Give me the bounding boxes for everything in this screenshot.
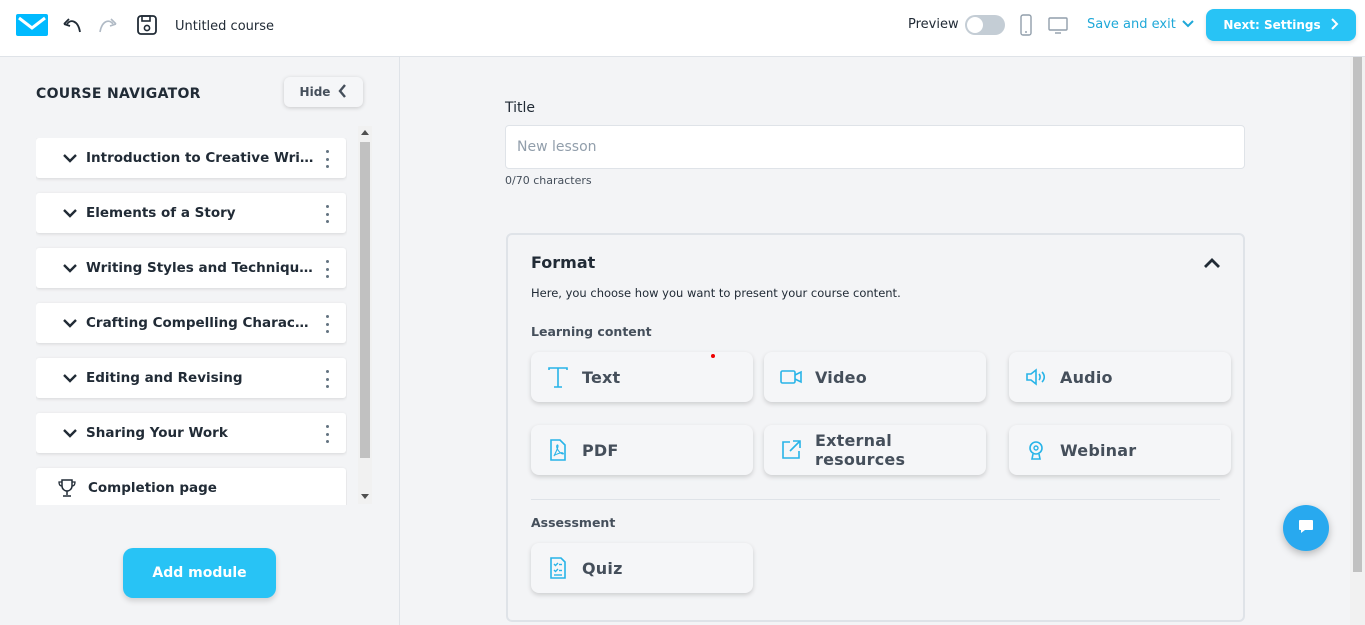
card-label: Video [815, 367, 867, 387]
module-list-scrollbar[interactable] [358, 126, 372, 504]
add-module-button[interactable]: Add module [123, 548, 276, 598]
format-title: Format [531, 253, 596, 272]
chevron-down-icon[interactable] [63, 318, 77, 328]
trophy-icon [58, 478, 78, 498]
logo-icon[interactable] [16, 14, 48, 36]
more-options-icon[interactable] [324, 315, 330, 333]
more-options-icon[interactable] [324, 205, 330, 223]
pdf-format-card[interactable]: PDF [531, 425, 753, 475]
course-navigator-title: COURSE NAVIGATOR [36, 86, 201, 102]
chevron-down-icon [1182, 17, 1194, 32]
learning-content-label: Learning content [531, 324, 652, 339]
save-icon[interactable] [134, 12, 160, 38]
webinar-icon [1024, 438, 1048, 462]
title-label: Title [505, 100, 536, 116]
module-item[interactable]: Writing Styles and Techniques [36, 248, 346, 288]
quiz-format-card[interactable]: Quiz [531, 543, 753, 593]
preview-toggle[interactable] [965, 15, 1005, 35]
hide-navigator-button[interactable]: Hide [284, 77, 363, 107]
more-options-icon[interactable] [324, 370, 330, 388]
more-options-icon[interactable] [324, 260, 330, 278]
external-resources-format-card[interactable]: External resources [764, 425, 986, 475]
card-label: Audio [1060, 367, 1113, 387]
module-item[interactable]: Crafting Compelling Charact... [36, 303, 346, 343]
audio-format-card[interactable]: Audio [1009, 352, 1231, 402]
scrollbar-thumb[interactable] [360, 142, 370, 458]
chat-icon [1297, 518, 1315, 538]
module-label: Writing Styles and Techniques [86, 260, 314, 276]
section-divider [531, 499, 1220, 500]
module-item[interactable]: Elements of a Story [36, 193, 346, 233]
cursor-marker [711, 354, 715, 358]
card-label: Webinar [1060, 440, 1137, 460]
module-label: Sharing Your Work [86, 425, 228, 441]
chevron-down-icon[interactable] [63, 428, 77, 438]
scroll-up-arrow-icon[interactable] [361, 130, 369, 135]
card-label: External resources [815, 431, 906, 469]
chevron-down-icon[interactable] [63, 153, 77, 163]
module-label: Crafting Compelling Charact... [86, 315, 314, 331]
module-list: Introduction to Creative Writ... Element… [36, 138, 347, 505]
text-format-card[interactable]: Text [531, 352, 753, 402]
lesson-editor: Title 0/70 characters Format Here, you c… [400, 57, 1365, 625]
desktop-preview-icon[interactable] [1045, 12, 1071, 38]
scroll-down-arrow-icon[interactable] [361, 494, 369, 499]
chat-button[interactable] [1283, 505, 1329, 551]
toggle-knob [967, 17, 983, 33]
audio-icon [1024, 365, 1048, 389]
card-label: Quiz [582, 558, 623, 578]
redo-icon[interactable] [94, 12, 120, 38]
card-label: Text [582, 367, 621, 387]
webinar-format-card[interactable]: Webinar [1009, 425, 1231, 475]
card-label: PDF [582, 440, 619, 460]
text-icon [546, 365, 570, 389]
completion-page-item[interactable]: Completion page [36, 468, 346, 505]
module-item[interactable]: Introduction to Creative Writ... [36, 138, 346, 178]
main-scrollbar[interactable] [1350, 57, 1365, 625]
quiz-icon [546, 556, 570, 580]
more-options-icon[interactable] [324, 150, 330, 168]
main-scrollbar-thumb[interactable] [1353, 57, 1362, 572]
more-options-icon[interactable] [324, 425, 330, 443]
module-label: Elements of a Story [86, 205, 236, 221]
next-settings-label: Next: Settings [1223, 18, 1321, 32]
save-and-exit-label: Save and exit [1087, 17, 1176, 32]
video-format-card[interactable]: Video [764, 352, 986, 402]
mobile-preview-icon[interactable] [1013, 12, 1039, 38]
character-counter: 0/70 characters [505, 174, 592, 187]
preview-label: Preview [908, 17, 959, 32]
course-navigator-sidebar: COURSE NAVIGATOR Hide Introduction to Cr… [0, 57, 400, 625]
next-settings-button[interactable]: Next: Settings [1206, 9, 1356, 41]
hide-label: Hide [299, 85, 331, 99]
chevron-down-icon[interactable] [63, 373, 77, 383]
chevron-right-icon [1330, 17, 1339, 33]
save-and-exit-button[interactable]: Save and exit [1087, 17, 1194, 32]
chevron-up-icon[interactable] [1202, 255, 1222, 271]
module-label: Introduction to Creative Writ... [86, 150, 314, 166]
chevron-left-icon [338, 83, 347, 101]
pdf-icon [546, 438, 570, 462]
module-item[interactable]: Sharing Your Work [36, 413, 346, 453]
lesson-title-input[interactable] [505, 125, 1245, 169]
module-item[interactable]: Editing and Revising [36, 358, 346, 398]
undo-icon[interactable] [60, 12, 86, 38]
module-label: Editing and Revising [86, 370, 243, 386]
top-bar: Untitled course Preview Save and exit Ne… [0, 0, 1365, 57]
external-link-icon [779, 438, 803, 462]
completion-page-label: Completion page [88, 480, 217, 496]
course-title[interactable]: Untitled course [175, 19, 274, 34]
video-icon [779, 365, 803, 389]
format-panel: Format Here, you choose how you want to … [506, 233, 1245, 622]
assessment-label: Assessment [531, 515, 616, 530]
format-description: Here, you choose how you want to present… [531, 286, 901, 300]
chevron-down-icon[interactable] [63, 263, 77, 273]
chevron-down-icon[interactable] [63, 208, 77, 218]
